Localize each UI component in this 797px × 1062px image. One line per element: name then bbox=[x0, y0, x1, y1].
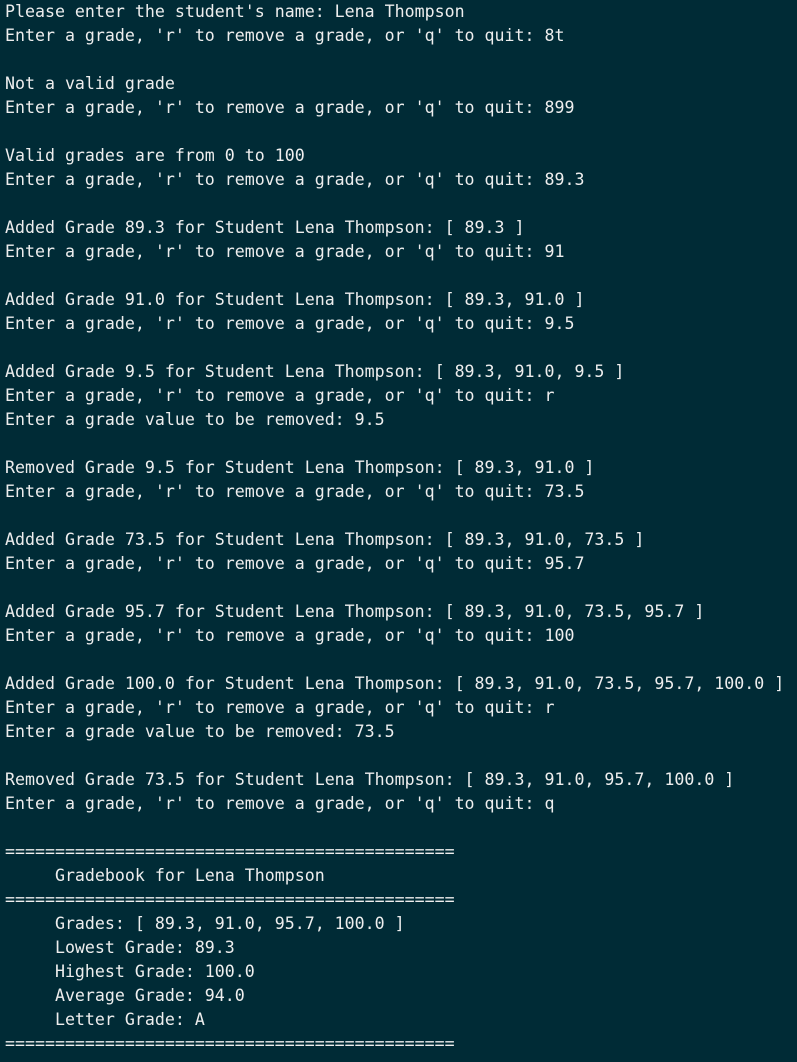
error-message-line: Valid grades are from 0 to 100 bbox=[5, 146, 305, 165]
highest-grade-line: Highest Grade: 100.0 bbox=[5, 962, 255, 981]
removed-grade-line: Removed Grade 9.5 for Student Lena Thomp… bbox=[5, 458, 595, 477]
added-grade-line: Added Grade 73.5 for Student Lena Thomps… bbox=[5, 530, 645, 549]
average-grade-line: Average Grade: 94.0 bbox=[5, 986, 245, 1005]
added-grade-line: Added Grade 89.3 for Student Lena Thomps… bbox=[5, 218, 525, 237]
separator-line: ========================================… bbox=[5, 842, 455, 861]
added-grade-line: Added Grade 100.0 for Student Lena Thomp… bbox=[5, 674, 785, 693]
error-message-line: Not a valid grade bbox=[5, 74, 175, 93]
gradebook-title: Gradebook for Lena Thompson bbox=[5, 866, 325, 885]
grade-prompt-line: Enter a grade, 'r' to remove a grade, or… bbox=[5, 698, 555, 717]
remove-prompt-line: Enter a grade value to be removed: 73.5 bbox=[5, 722, 395, 741]
grade-prompt-line: Enter a grade, 'r' to remove a grade, or… bbox=[5, 314, 575, 333]
grade-prompt-line: Enter a grade, 'r' to remove a grade, or… bbox=[5, 170, 585, 189]
grade-prompt-line: Enter a grade, 'r' to remove a grade, or… bbox=[5, 98, 575, 117]
terminal-output[interactable]: Please enter the student's name: Lena Th… bbox=[0, 0, 797, 1062]
letter-grade-line: Letter Grade: A bbox=[5, 1010, 205, 1029]
added-grade-line: Added Grade 9.5 for Student Lena Thompso… bbox=[5, 362, 625, 381]
separator-line: ========================================… bbox=[5, 1034, 455, 1053]
separator-line: ========================================… bbox=[5, 890, 455, 909]
grade-prompt-line: Enter a grade, 'r' to remove a grade, or… bbox=[5, 26, 565, 45]
grade-prompt-line: Enter a grade, 'r' to remove a grade, or… bbox=[5, 242, 565, 261]
removed-grade-line: Removed Grade 73.5 for Student Lena Thom… bbox=[5, 770, 735, 789]
lowest-grade-line: Lowest Grade: 89.3 bbox=[5, 938, 235, 957]
grades-summary-line: Grades: [ 89.3, 91.0, 95.7, 100.0 ] bbox=[5, 914, 405, 933]
grade-prompt-line: Enter a grade, 'r' to remove a grade, or… bbox=[5, 794, 555, 813]
grade-prompt-line: Enter a grade, 'r' to remove a grade, or… bbox=[5, 482, 585, 501]
grade-prompt-line: Enter a grade, 'r' to remove a grade, or… bbox=[5, 626, 575, 645]
grade-prompt-line: Enter a grade, 'r' to remove a grade, or… bbox=[5, 386, 555, 405]
grade-prompt-line: Enter a grade, 'r' to remove a grade, or… bbox=[5, 554, 585, 573]
added-grade-line: Added Grade 91.0 for Student Lena Thomps… bbox=[5, 290, 585, 309]
added-grade-line: Added Grade 95.7 for Student Lena Thomps… bbox=[5, 602, 705, 621]
remove-prompt-line: Enter a grade value to be removed: 9.5 bbox=[5, 410, 385, 429]
name-prompt-line: Please enter the student's name: Lena Th… bbox=[5, 2, 465, 21]
